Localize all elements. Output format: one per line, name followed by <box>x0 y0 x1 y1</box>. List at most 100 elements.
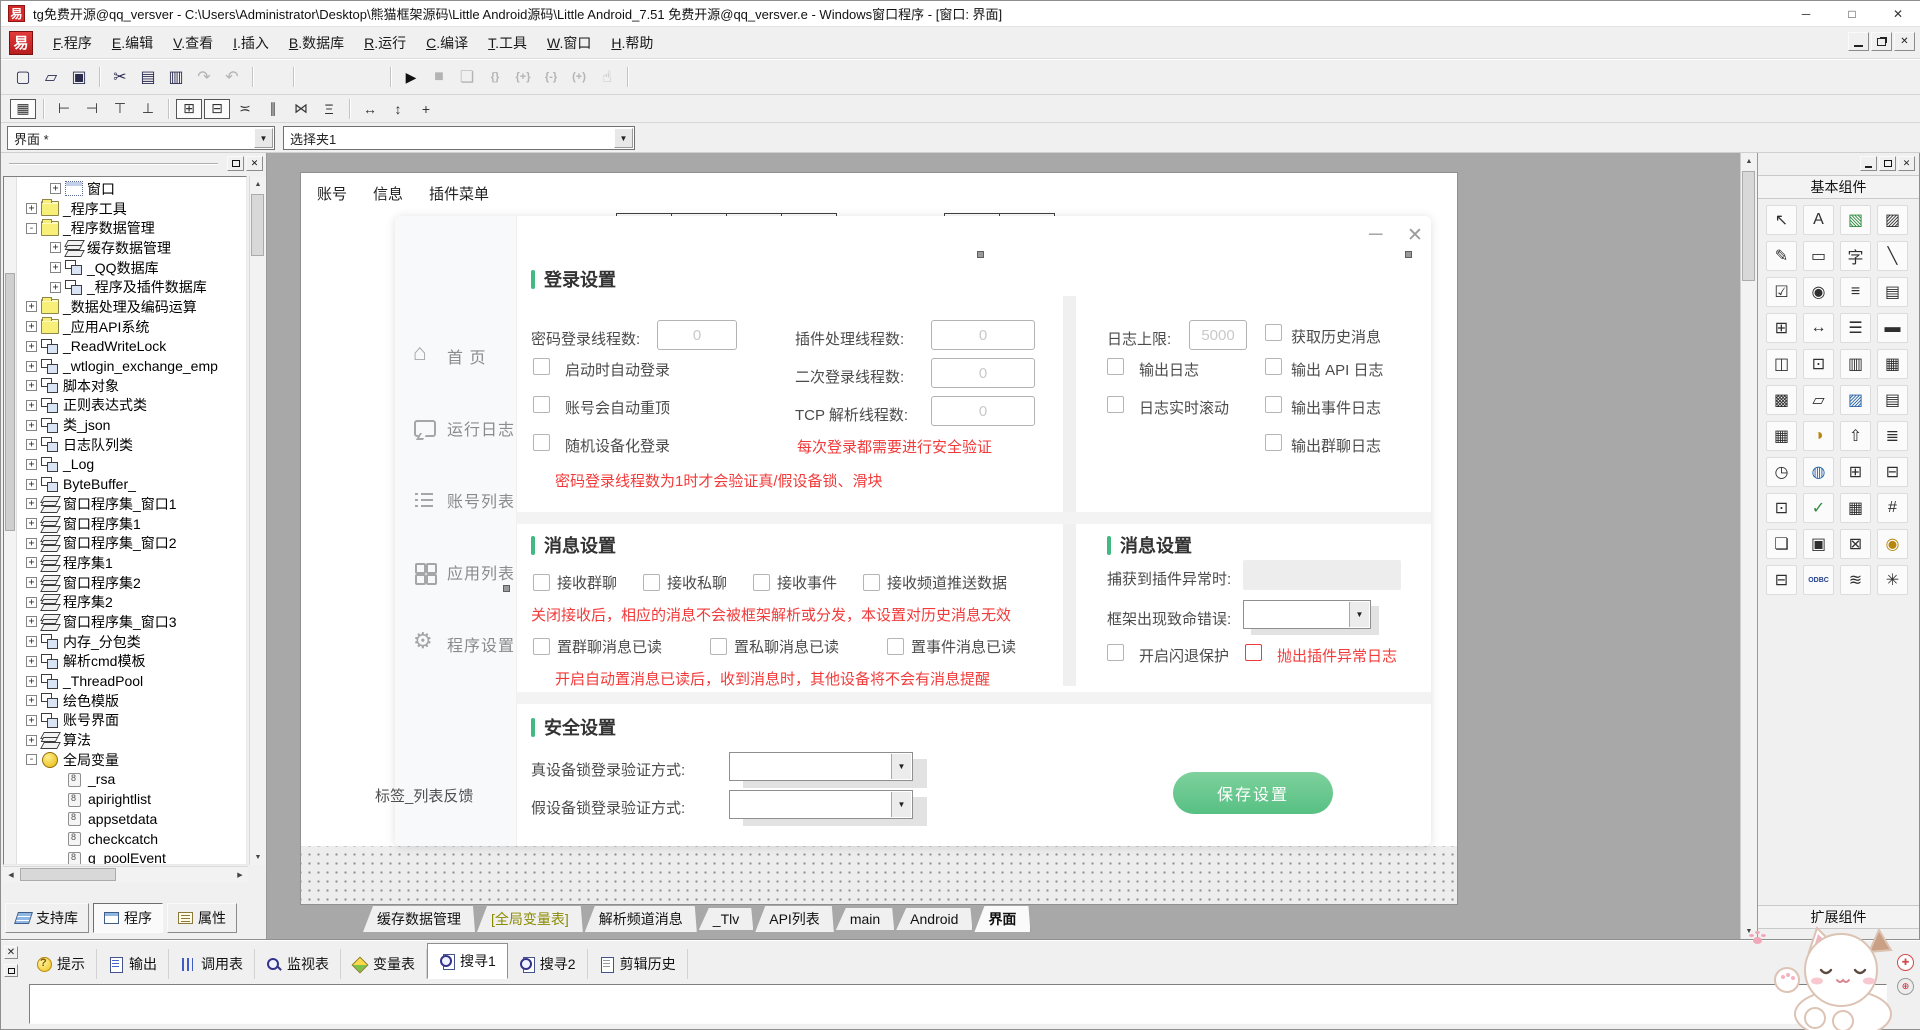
debug-tab[interactable]: 调用表 <box>169 949 255 979</box>
designer-handle[interactable] <box>503 585 510 592</box>
menu-item[interactable]: W.窗口 <box>537 29 601 57</box>
scroll-up-icon[interactable]: ▲ <box>1741 153 1757 169</box>
read-checkbox-item[interactable]: 置事件消息已读 <box>887 636 1016 657</box>
second-login-threads-input[interactable]: 0 <box>931 358 1035 388</box>
tree-vertical-scrollbar[interactable]: ▲ ▼ <box>249 176 266 865</box>
tree-item[interactable]: checkcatch <box>18 829 246 849</box>
debug-tab[interactable]: 监视表 <box>255 949 341 979</box>
collapse-icon[interactable]: ⊟ <box>1766 565 1797 595</box>
mdi-restore-button[interactable] <box>1871 32 1892 51</box>
space-down-icon[interactable]: ∥ <box>260 99 286 119</box>
sidebar-nav-item[interactable]: 程序设置 <box>413 632 515 656</box>
tree-toggle[interactable]: + <box>26 341 37 352</box>
table-icon[interactable]: ⊞ <box>1766 313 1797 343</box>
file-tab[interactable]: _Tlv <box>699 908 753 930</box>
debug-tab[interactable]: 变量表 <box>341 949 427 979</box>
tree-item[interactable]: + 脚本对象 <box>18 376 246 396</box>
separator[interactable] <box>627 67 628 87</box>
menu-item[interactable]: E.编辑 <box>102 29 163 57</box>
tree-item[interactable]: + 日志队列类 <box>18 435 246 455</box>
chevron-down-icon[interactable]: ▼ <box>614 128 633 148</box>
listbox-icon[interactable]: ≡ <box>1840 277 1871 307</box>
menu-item[interactable]: H.帮助 <box>601 29 663 57</box>
separator[interactable] <box>168 99 169 119</box>
tree-toggle[interactable]: + <box>26 656 37 667</box>
tree-left-scrollbar[interactable] <box>4 177 17 864</box>
tree-item[interactable]: apirightlist <box>18 789 246 809</box>
tree-toggle[interactable]: + <box>50 282 61 293</box>
panel-tab[interactable]: 支持库 <box>5 903 89 933</box>
separator[interactable] <box>252 67 253 87</box>
output-group-log-checkbox[interactable] <box>1265 434 1282 451</box>
step-into-icon[interactable]: {} <box>482 65 508 89</box>
stack-icon[interactable]: ≋ <box>1840 565 1871 595</box>
pwd-threads-input[interactable]: 0 <box>657 320 737 350</box>
tree-item[interactable]: _rsa <box>18 770 246 790</box>
checkbox[interactable] <box>753 574 770 591</box>
dialog-minimize-icon[interactable]: ─ <box>1369 224 1382 246</box>
menu-editor-icon[interactable]: ≣ <box>1877 421 1908 451</box>
pen-icon[interactable]: ✎ <box>1766 241 1797 271</box>
scrollbar-thumb[interactable] <box>251 194 264 256</box>
receive-checkbox-item[interactable]: 接收事件 <box>753 572 837 593</box>
checkbox[interactable] <box>863 574 880 591</box>
layout-left-icon[interactable] <box>301 65 327 89</box>
combobox-icon[interactable]: ▤ <box>1877 277 1908 307</box>
tree-item[interactable]: + 绘色模版 <box>18 691 246 711</box>
menu-item[interactable]: R.运行 <box>354 29 416 57</box>
save-settings-button[interactable]: 保存设置 <box>1173 772 1333 814</box>
crash-protect-checkbox[interactable] <box>1107 644 1124 661</box>
fit-height-icon[interactable]: ↕ <box>385 99 411 119</box>
tree-toggle[interactable]: + <box>50 242 61 253</box>
tree-toggle[interactable]: + <box>26 203 37 214</box>
tree-item[interactable]: + 缓存数据管理 <box>18 238 246 258</box>
redo-icon[interactable]: ↷ <box>191 65 217 89</box>
new-window-icon[interactable]: ⊞ <box>1840 457 1871 487</box>
output-log-checkbox[interactable] <box>1107 358 1124 375</box>
clock-icon[interactable]: ◷ <box>1766 457 1797 487</box>
checkbox[interactable] <box>887 638 904 655</box>
space-across-icon[interactable]: ≍ <box>232 99 258 119</box>
hash-table-icon[interactable]: # <box>1877 493 1908 523</box>
font-box-icon[interactable]: 字 <box>1840 241 1871 271</box>
receive-checkbox-item[interactable]: 接收私聊 <box>643 572 727 593</box>
scroll-down-icon[interactable]: ▼ <box>250 849 266 865</box>
receive-checkbox-item[interactable]: 接收群聊 <box>533 572 617 593</box>
paste-icon[interactable]: ▥ <box>163 65 189 89</box>
pause-hand-icon[interactable]: ☝ <box>594 65 620 89</box>
tree-item[interactable]: + 账号界面 <box>18 711 246 731</box>
folder-select[interactable]: 选择夹1 ▼ <box>283 126 635 150</box>
checkbox[interactable] <box>710 638 727 655</box>
tree-item[interactable]: + _wtlogin_exchange_emp <box>18 356 246 376</box>
step-over-icon[interactable]: {+} <box>510 65 536 89</box>
group-box-icon[interactable]: ⊡ <box>1803 349 1834 379</box>
panel-close-button[interactable]: ✕ <box>246 156 263 171</box>
tree-toggle[interactable]: + <box>26 498 37 509</box>
read-checkbox-item[interactable]: 置群聊消息已读 <box>533 636 662 657</box>
clipboard-icon[interactable]: ▦ <box>1877 349 1908 379</box>
debug-tab[interactable]: 输出 <box>97 949 169 979</box>
chevron-down-icon[interactable]: ▼ <box>891 754 911 779</box>
workspace-vertical-scrollbar[interactable]: ▲ ▼ <box>1740 153 1757 939</box>
tree-item[interactable]: + _数据处理及编码运算 <box>18 297 246 317</box>
form-menu-item[interactable]: 信息 <box>373 183 403 204</box>
menu-item[interactable]: B.数据库 <box>279 29 354 57</box>
random-device-checkbox[interactable] <box>533 434 550 451</box>
plugin-exception-input[interactable] <box>1243 560 1401 590</box>
tree-toggle[interactable]: + <box>26 459 37 470</box>
center-vertical-icon[interactable]: ⊟ <box>204 99 230 119</box>
separator[interactable] <box>390 67 391 87</box>
palette-minimize-button[interactable] <box>1860 156 1877 171</box>
separator[interactable] <box>99 67 100 87</box>
chevron-down-icon[interactable]: ▼ <box>1349 602 1369 627</box>
checkbox-icon[interactable]: ☑ <box>1766 277 1797 307</box>
menu-item[interactable]: T.工具 <box>478 29 537 57</box>
checkbox[interactable] <box>533 574 550 591</box>
tree-toggle[interactable]: + <box>26 321 37 332</box>
chevron-down-icon[interactable]: ▼ <box>254 128 273 148</box>
form-designer-icon[interactable]: ▦ <box>10 99 36 119</box>
tree-toggle[interactable]: + <box>26 479 37 490</box>
scroll-right-icon[interactable]: ▶ <box>232 867 248 883</box>
same-width-icon[interactable]: ⋈ <box>288 99 314 119</box>
align-bottom-icon[interactable]: ⊥ <box>135 99 161 119</box>
